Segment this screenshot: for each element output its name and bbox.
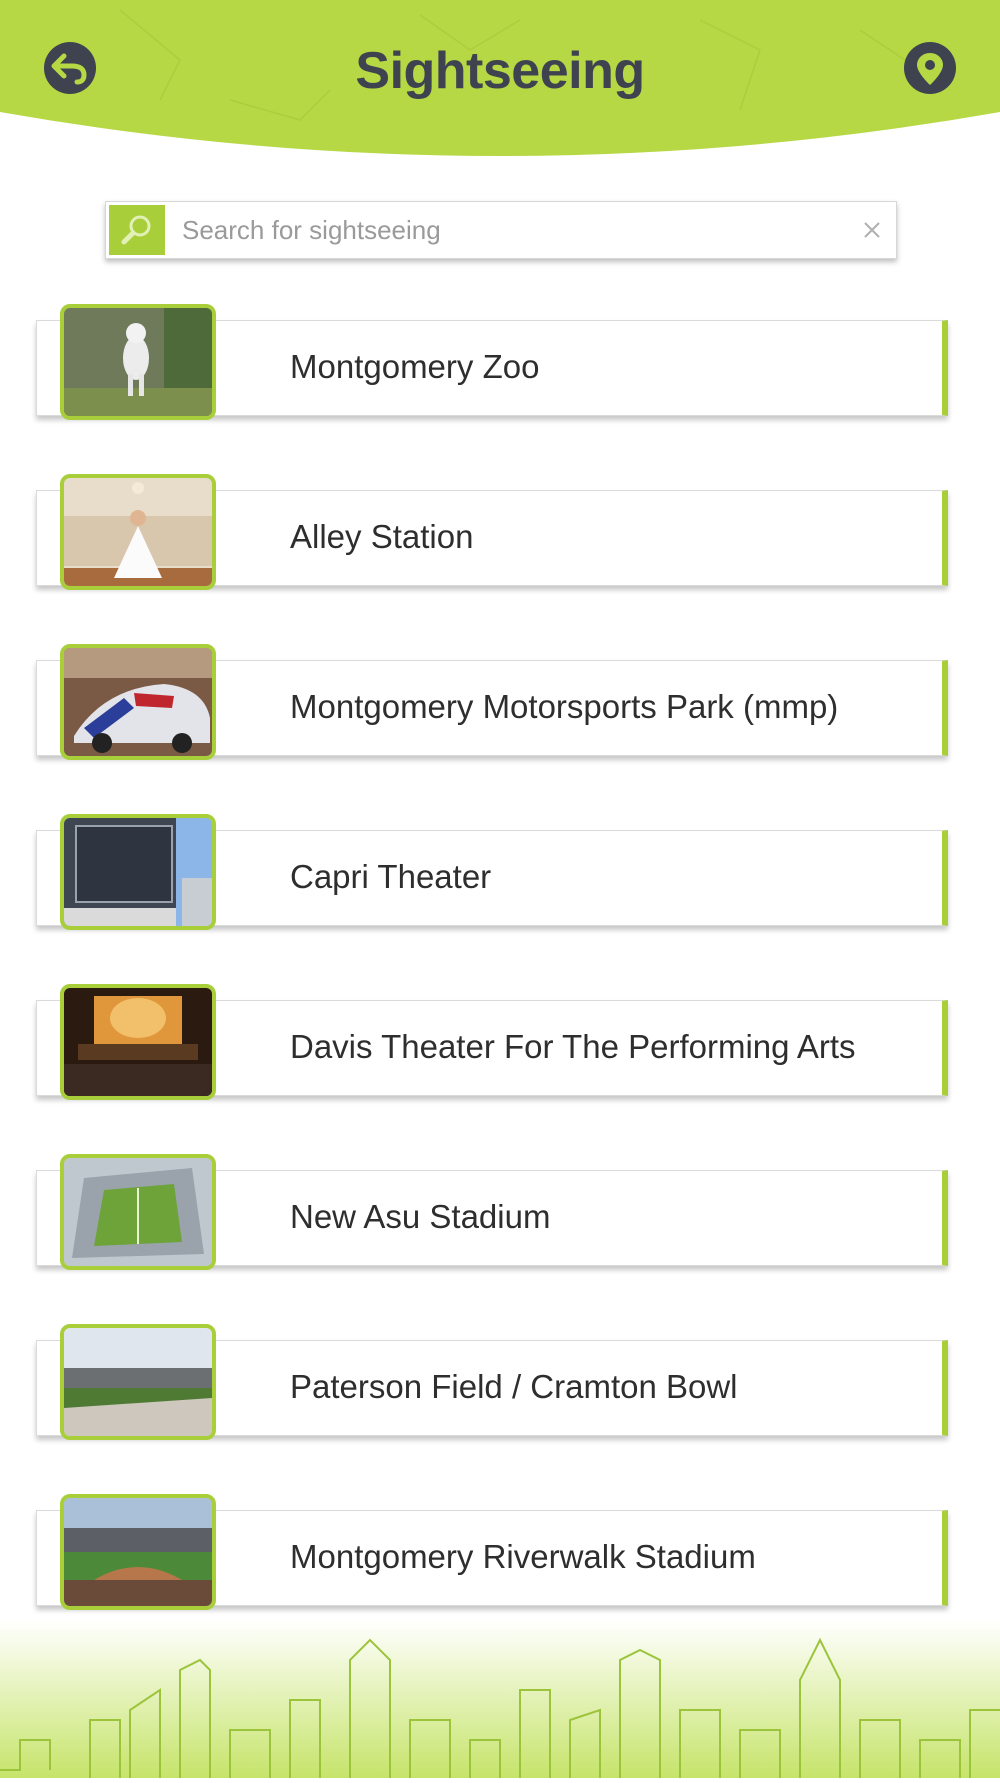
list-item[interactable]: New Asu Stadium xyxy=(36,1150,951,1270)
location-pin-icon xyxy=(917,53,943,85)
list-item-thumbnail xyxy=(60,644,216,760)
list-item-label: Paterson Field / Cramton Bowl xyxy=(290,1368,738,1405)
list-item-label: Montgomery Motorsports Park (mmp) xyxy=(290,688,839,725)
list-item[interactable]: Capri Theater xyxy=(36,810,951,930)
list-item-thumbnail xyxy=(60,814,216,930)
list-item[interactable]: Alley Station xyxy=(36,470,951,590)
list-item-thumbnail xyxy=(60,1494,216,1610)
page-title: Sightseeing xyxy=(355,42,645,100)
list-item-label: Davis Theater For The Performing Arts xyxy=(290,1028,856,1065)
city-skyline-illustration xyxy=(0,1620,1000,1778)
list-item-thumbnail xyxy=(60,474,216,590)
list-item-thumbnail xyxy=(60,1154,216,1270)
list-item[interactable]: Davis Theater For The Performing Arts xyxy=(36,980,951,1100)
header-bar: Sightseeing xyxy=(0,0,1000,160)
list-item[interactable]: Montgomery Motorsports Park (mmp) xyxy=(36,640,951,760)
list-item[interactable]: Montgomery Riverwalk Stadium xyxy=(36,1490,951,1610)
search-button[interactable] xyxy=(109,205,165,255)
list-item-thumbnail xyxy=(60,1324,216,1440)
close-icon[interactable] xyxy=(858,216,886,244)
list-item[interactable]: Montgomery Zoo xyxy=(36,300,951,420)
back-arrow-icon xyxy=(51,53,87,85)
list-item-thumbnail xyxy=(60,304,216,420)
location-button[interactable] xyxy=(904,42,956,94)
list-item-label: Capri Theater xyxy=(290,858,492,895)
footer-skyline xyxy=(0,1620,1000,1778)
search-bar xyxy=(105,201,897,259)
search-input[interactable] xyxy=(182,202,822,258)
list-item-label: Alley Station xyxy=(290,518,474,555)
list-item-label: New Asu Stadium xyxy=(290,1198,551,1235)
list-item-thumbnail xyxy=(60,984,216,1100)
list-item[interactable]: Paterson Field / Cramton Bowl xyxy=(36,1320,951,1440)
list-item-label: Montgomery Riverwalk Stadium xyxy=(290,1538,756,1575)
list-item-label: Montgomery Zoo xyxy=(290,348,540,385)
magnifier-icon xyxy=(121,215,151,245)
back-button[interactable] xyxy=(44,42,96,94)
